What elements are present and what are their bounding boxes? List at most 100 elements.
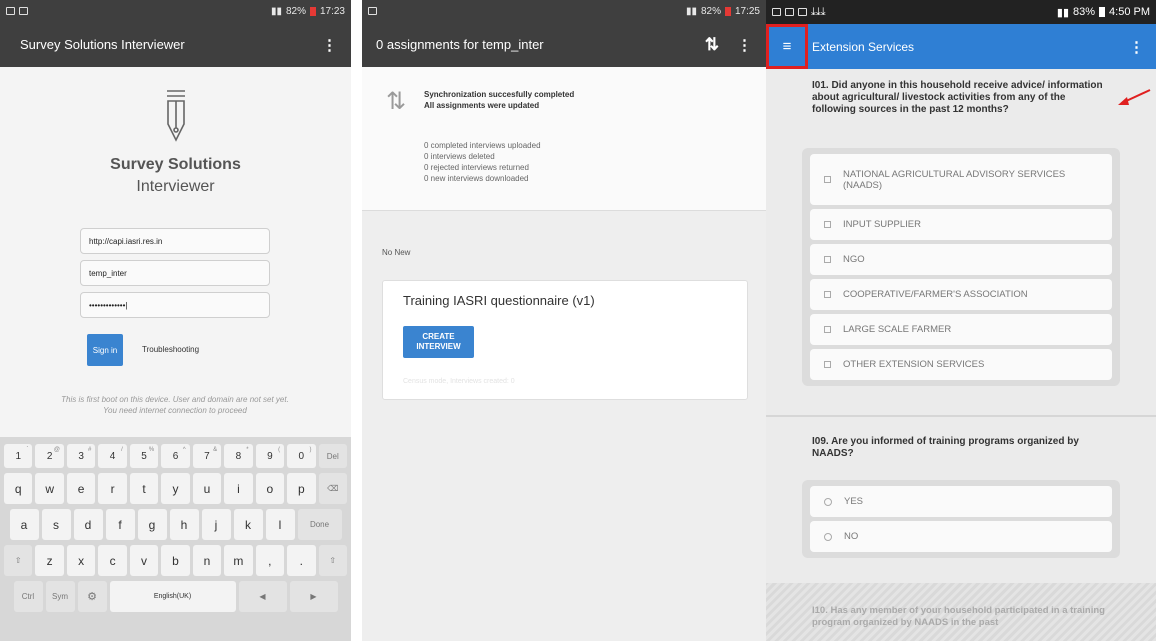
app-bar: Survey Solutions Interviewer ⋮ [0, 22, 351, 67]
key[interactable]: z [35, 545, 64, 576]
key[interactable]: k [233, 509, 263, 540]
ctrl-key[interactable]: Ctrl [13, 581, 43, 612]
battery-percent: 83% [1073, 6, 1096, 18]
checkbox-icon [824, 326, 831, 333]
key[interactable]: . [287, 545, 316, 576]
shift-key[interactable]: ⇧ [4, 545, 33, 576]
key-secondary: ) [309, 447, 312, 453]
key[interactable]: n [192, 545, 222, 576]
key-label: 6 [172, 450, 179, 462]
status-left [368, 7, 377, 15]
sign-in-button[interactable]: Sign in [87, 334, 123, 366]
app-title: Survey Solutions Interviewer [20, 37, 185, 52]
key[interactable]: e [66, 473, 96, 504]
key[interactable]: 3 # [66, 444, 96, 468]
backspace-key[interactable]: ⌫ [318, 473, 347, 504]
notice-line-1: This is first boot on this device. User … [61, 395, 289, 404]
radio-option[interactable]: NO [810, 521, 1112, 552]
signal-icon: ▮▮ [1056, 6, 1069, 19]
app-bar-actions: ⇅ ⋮ [705, 35, 752, 55]
key[interactable]: o [255, 473, 285, 504]
sync-stat-line: 0 completed interviews uploaded [424, 141, 541, 150]
delete-key[interactable]: Del [318, 444, 347, 468]
synchronize-icon[interactable]: ⇅ [705, 35, 719, 55]
checkbox-option[interactable]: LARGE SCALE FARMER [810, 314, 1112, 345]
checkbox-option[interactable]: OTHER EXTENSION SERVICES [810, 349, 1112, 380]
key[interactable]: 8 * [224, 444, 253, 468]
checkbox-icon [824, 221, 831, 228]
status-left: ⤓⤓⤓ [772, 6, 826, 19]
key[interactable]: b [161, 545, 190, 576]
settings-icon[interactable]: ⚙ [77, 581, 107, 612]
pointer-arrow-icon [1118, 89, 1151, 105]
server-url-field[interactable]: http://capi.iasri.res.in [80, 228, 270, 254]
key[interactable]: m [224, 545, 253, 576]
key[interactable]: , [255, 545, 285, 576]
key[interactable]: h [169, 509, 199, 540]
key[interactable]: 4/ [98, 444, 127, 468]
cursor-left-icon[interactable]: ◀ [238, 581, 287, 612]
key[interactable]: u [192, 473, 222, 504]
checkbox-option[interactable]: COOPERATIVE/FARMER'S ASSOCIATION [810, 279, 1112, 310]
key[interactable]: s [41, 509, 71, 540]
login-field[interactable]: temp_inter [80, 260, 270, 286]
key[interactable]: i [224, 473, 253, 504]
key[interactable]: j [201, 509, 231, 540]
sync-assignments-status: All assignments were updated [424, 101, 540, 110]
key[interactable]: a [9, 509, 39, 540]
key[interactable]: v [129, 545, 159, 576]
key[interactable]: f [105, 509, 135, 540]
key[interactable]: 2 @ [35, 444, 64, 468]
checkbox-option[interactable]: INPUT SUPPLIER [810, 209, 1112, 240]
key[interactable]: 0) [287, 444, 316, 468]
questionnaire-title: Training IASRI questionnaire (v1) [403, 293, 595, 308]
checkbox-option[interactable]: NATIONAL AGRICULTURAL ADVISORY SERVICES … [810, 154, 1112, 205]
create-interview-button[interactable]: CREATE INTERVIEW [403, 326, 474, 358]
sync-result-panel: ⇅ Synchronization succesfully completed … [362, 67, 766, 211]
battery-percent: 82% [285, 5, 306, 17]
key[interactable]: q [4, 473, 33, 504]
cursor-right-icon[interactable]: ▶ [289, 581, 338, 612]
shift-key[interactable]: ⇧ [318, 545, 347, 576]
troubleshooting-link[interactable]: Troubleshooting [142, 345, 199, 354]
sync-result-title: Synchronization succesfully completed Al… [424, 89, 574, 111]
checkbox-option[interactable]: NGO [810, 244, 1112, 275]
menu-icon[interactable]: ≡ [766, 24, 808, 69]
download-icon: ⤓⤓⤓ [811, 5, 826, 18]
overflow-menu-icon[interactable]: ⋮ [737, 36, 752, 54]
password-field[interactable]: •••••••••••••| [80, 292, 270, 318]
key[interactable]: 6 ^ [161, 444, 190, 468]
status-bar: ▮▮ 82% 17:23 [0, 0, 351, 22]
key[interactable]: p [287, 473, 316, 504]
key[interactable]: 5% [129, 444, 159, 468]
key[interactable]: x [66, 545, 96, 576]
option-label: COOPERATIVE/FARMER'S ASSOCIATION [843, 289, 1028, 300]
button-label-line-1: CREATE [422, 332, 455, 341]
battery-percent: 82% [700, 5, 721, 17]
option-label: NGO [843, 254, 865, 265]
overflow-menu-icon[interactable]: ⋮ [322, 36, 337, 54]
key[interactable]: w [35, 473, 64, 504]
key[interactable]: g [137, 509, 167, 540]
answer-options-i09: YES NO [802, 480, 1120, 558]
option-label: NO [844, 531, 859, 542]
key[interactable]: 9( [255, 444, 285, 468]
sym-key[interactable]: Sym [45, 581, 75, 612]
space-key[interactable]: English(UK) [109, 581, 236, 612]
key[interactable]: l [265, 509, 295, 540]
sync-status: Synchronization succesfully completed [424, 90, 575, 99]
done-key[interactable]: Done [297, 509, 342, 540]
key[interactable]: y [161, 473, 190, 504]
key[interactable]: 7 & [192, 444, 222, 468]
clock: 17:25 [734, 5, 760, 17]
keyboard-row-4: Ctrl Sym ⚙ English(UK) ◀ ▶ [4, 581, 347, 612]
key[interactable]: t [129, 473, 159, 504]
radio-option[interactable]: YES [810, 486, 1112, 517]
status-left [6, 7, 28, 15]
question-divider [766, 415, 1156, 417]
overflow-menu-icon[interactable]: ⋮ [1129, 38, 1144, 56]
key[interactable]: c [98, 545, 127, 576]
key[interactable]: 1 ` [4, 444, 33, 468]
key[interactable]: r [98, 473, 127, 504]
key[interactable]: d [73, 509, 103, 540]
